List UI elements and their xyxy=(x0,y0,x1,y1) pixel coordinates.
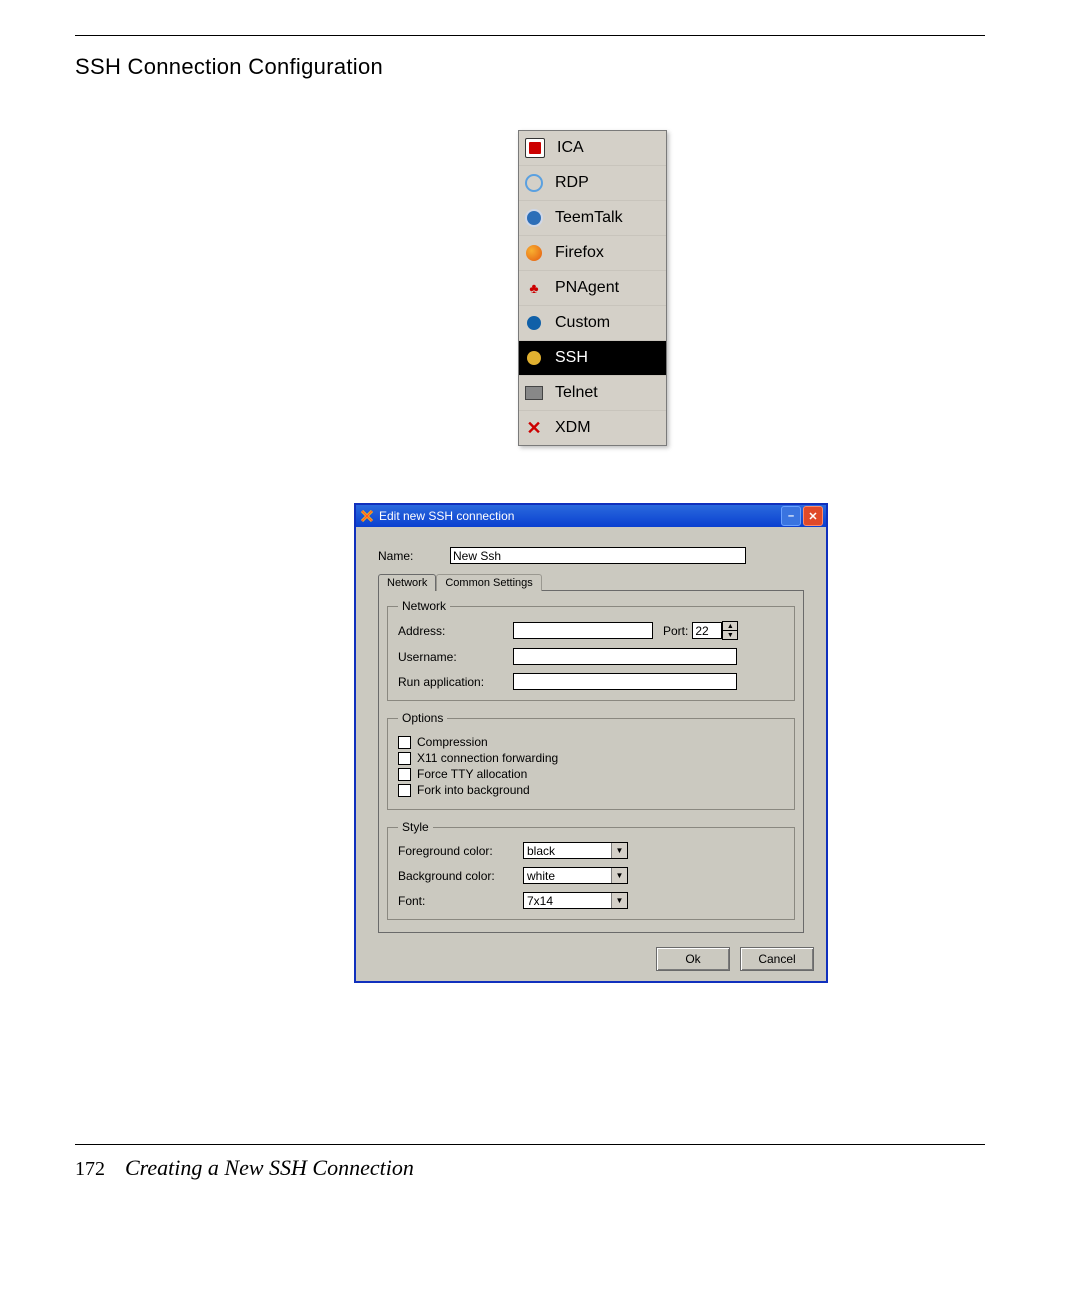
menu-item-label: RDP xyxy=(555,174,589,192)
bg-color-select[interactable]: white ▼ xyxy=(523,867,628,884)
bg-color-value: white xyxy=(527,869,555,883)
port-input[interactable] xyxy=(692,622,722,639)
menu-item-label: PNAgent xyxy=(555,279,619,297)
username-label: Username: xyxy=(398,650,513,664)
x11-checkbox[interactable] xyxy=(398,752,411,765)
compression-label: Compression xyxy=(417,735,488,749)
tab-bar: Network Common Settings xyxy=(378,574,804,591)
cancel-button[interactable]: Cancel xyxy=(740,947,814,971)
fork-bg-label: Fork into background xyxy=(417,783,530,797)
xdm-icon: ✕ xyxy=(525,419,543,437)
style-legend: Style xyxy=(398,820,433,834)
name-input[interactable] xyxy=(450,547,746,564)
runapp-label: Run application: xyxy=(398,675,513,689)
fg-color-label: Foreground color: xyxy=(398,844,523,858)
options-group: Options Compression X11 connection forwa… xyxy=(387,711,795,810)
menu-item-custom[interactable]: Custom xyxy=(519,306,666,341)
menu-item-xdm[interactable]: ✕ XDM xyxy=(519,411,666,445)
port-spinner[interactable]: ▲▼ xyxy=(722,621,738,640)
tab-common-settings[interactable]: Common Settings xyxy=(436,574,541,591)
firefox-icon xyxy=(525,244,543,262)
app-x-icon xyxy=(360,509,374,523)
titlebar[interactable]: Edit new SSH connection – ✕ xyxy=(356,505,826,527)
menu-item-label: Telnet xyxy=(555,384,598,402)
tab-network[interactable]: Network xyxy=(378,574,436,591)
options-legend: Options xyxy=(398,711,447,725)
fork-bg-checkbox[interactable] xyxy=(398,784,411,797)
menu-item-label: Firefox xyxy=(555,244,604,262)
close-button[interactable]: ✕ xyxy=(803,506,823,526)
ssh-icon xyxy=(525,349,543,367)
fg-color-select[interactable]: black ▼ xyxy=(523,842,628,859)
compression-checkbox[interactable] xyxy=(398,736,411,749)
font-label: Font: xyxy=(398,894,523,908)
font-select[interactable]: 7x14 ▼ xyxy=(523,892,628,909)
footer-caption: Creating a New SSH Connection xyxy=(125,1155,414,1181)
fg-color-value: black xyxy=(527,844,555,858)
force-tty-checkbox[interactable] xyxy=(398,768,411,781)
menu-item-label: ICA xyxy=(557,139,584,157)
rdp-icon xyxy=(525,174,543,192)
style-group: Style Foreground color: black ▼ Backgroun… xyxy=(387,820,795,920)
ica-icon xyxy=(525,138,545,158)
address-input[interactable] xyxy=(513,622,653,639)
tab-pane-network: Network Address: Port: ▲▼ Username: Run … xyxy=(378,590,804,933)
network-group: Network Address: Port: ▲▼ Username: Run … xyxy=(387,599,795,701)
menu-item-pnagent[interactable]: ♣ PNAgent xyxy=(519,271,666,306)
telnet-icon xyxy=(525,384,543,402)
chevron-down-icon: ▼ xyxy=(611,893,627,908)
custom-icon xyxy=(525,314,543,332)
menu-item-rdp[interactable]: RDP xyxy=(519,166,666,201)
bottom-divider xyxy=(75,1144,985,1145)
address-label: Address: xyxy=(398,624,513,638)
network-legend: Network xyxy=(398,599,450,613)
spinner-up-icon[interactable]: ▲ xyxy=(723,622,737,631)
menu-item-ica[interactable]: ICA xyxy=(519,131,666,166)
menu-item-ssh[interactable]: SSH xyxy=(519,341,666,376)
connection-type-menu: ICA RDP TeemTalk Firefox ♣ PNAgent Custo… xyxy=(518,130,667,446)
minimize-button[interactable]: – xyxy=(781,506,801,526)
username-input[interactable] xyxy=(513,648,737,665)
menu-item-label: SSH xyxy=(555,349,588,367)
pnagent-icon: ♣ xyxy=(525,279,543,297)
name-label: Name: xyxy=(378,549,450,563)
chevron-down-icon: ▼ xyxy=(611,843,627,858)
menu-item-label: TeemTalk xyxy=(555,209,623,227)
font-value: 7x14 xyxy=(527,894,553,908)
menu-item-firefox[interactable]: Firefox xyxy=(519,236,666,271)
force-tty-label: Force TTY allocation xyxy=(417,767,527,781)
teemtalk-icon xyxy=(525,209,543,227)
port-label: Port: xyxy=(663,624,688,638)
x11-label: X11 connection forwarding xyxy=(417,751,558,765)
dialog-title: Edit new SSH connection xyxy=(379,509,514,523)
bg-color-label: Background color: xyxy=(398,869,523,883)
menu-item-telnet[interactable]: Telnet xyxy=(519,376,666,411)
menu-item-label: Custom xyxy=(555,314,610,332)
spinner-down-icon[interactable]: ▼ xyxy=(723,631,737,639)
ssh-edit-dialog: Edit new SSH connection – ✕ Name: Networ… xyxy=(354,503,828,983)
menu-item-label: XDM xyxy=(555,419,591,437)
top-divider xyxy=(75,35,985,36)
page-number: 172 xyxy=(75,1158,105,1181)
chevron-down-icon: ▼ xyxy=(611,868,627,883)
runapp-input[interactable] xyxy=(513,673,737,690)
menu-item-teemtalk[interactable]: TeemTalk xyxy=(519,201,666,236)
ok-button[interactable]: Ok xyxy=(656,947,730,971)
section-title: SSH Connection Configuration xyxy=(75,54,985,80)
